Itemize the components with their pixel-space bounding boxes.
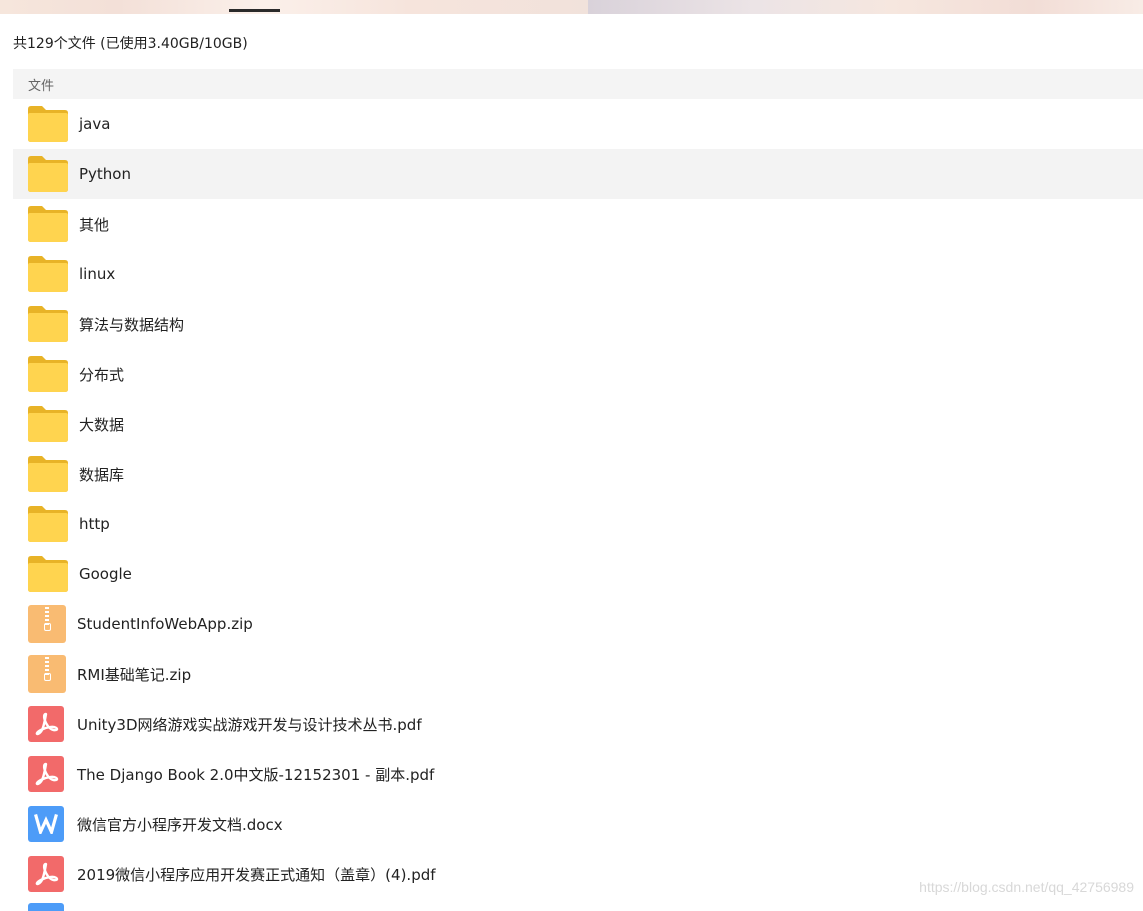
folder-icon <box>28 106 68 142</box>
folder-row[interactable]: linux <box>13 249 1143 299</box>
file-name[interactable]: 大数据 <box>79 414 124 435</box>
folder-icon <box>28 556 68 592</box>
folder-row[interactable]: Google <box>13 549 1143 599</box>
file-name[interactable]: RMI基础笔记.zip <box>77 664 191 685</box>
file-list: 文件 java Python 其他 linux 算法与数据结构 分布式大数据数据库 http… <box>13 69 1143 899</box>
folder-row[interactable]: 分布式 <box>13 349 1143 399</box>
folder-icon <box>28 206 68 242</box>
file-name[interactable]: 2019微信小程序应用开发赛正式通知（盖章）(4).pdf <box>77 864 436 885</box>
pdf-icon <box>28 756 64 792</box>
folder-row[interactable]: 大数据 <box>13 399 1143 449</box>
folder-icon <box>28 306 68 342</box>
file-name[interactable]: Unity3D网络游戏实战游戏开发与设计技术丛书.pdf <box>77 714 422 735</box>
column-header-name[interactable]: 文件 <box>28 75 54 94</box>
word-icon <box>28 903 64 911</box>
folder-row[interactable]: http <box>13 499 1143 549</box>
zip-icon <box>28 655 66 693</box>
file-name[interactable]: Python <box>79 165 131 183</box>
folder-row[interactable]: Python <box>13 149 1143 199</box>
folder-icon <box>28 256 68 292</box>
file-row[interactable]: Unity3D网络游戏实战游戏开发与设计技术丛书.pdf <box>13 699 1143 749</box>
pdf-icon <box>28 706 64 742</box>
folder-icon <box>28 406 68 442</box>
banner-image-right <box>588 0 1143 14</box>
file-name[interactable]: 其他 <box>79 214 109 235</box>
file-name[interactable]: StudentInfoWebApp.zip <box>77 615 253 633</box>
file-name[interactable]: 微信官方小程序开发文档.docx <box>77 814 283 835</box>
file-row[interactable]: 微信官方小程序开发文档.docx <box>13 799 1143 849</box>
file-name[interactable]: Google <box>79 565 132 583</box>
folder-icon <box>28 356 68 392</box>
file-row[interactable]: StudentInfoWebApp.zip <box>13 599 1143 649</box>
pdf-icon <box>28 856 64 892</box>
folder-row[interactable]: 其他 <box>13 199 1143 249</box>
file-name[interactable]: The Django Book 2.0中文版-12152301 - 副本.pdf <box>77 764 434 785</box>
folder-icon <box>28 456 68 492</box>
folder-row[interactable]: 算法与数据结构 <box>13 299 1143 349</box>
file-rows: java Python 其他 linux 算法与数据结构 分布式大数据数据库 http Goo… <box>13 99 1143 899</box>
word-icon <box>28 806 64 842</box>
file-row[interactable]: The Django Book 2.0中文版-12152301 - 副本.pdf <box>13 749 1143 799</box>
top-banner <box>0 0 1143 14</box>
file-row[interactable]: RMI基础笔记.zip <box>13 649 1143 699</box>
banner-image-left <box>0 0 588 14</box>
file-name[interactable]: 算法与数据结构 <box>79 314 184 335</box>
folder-icon <box>28 506 68 542</box>
folder-row[interactable]: 数据库 <box>13 449 1143 499</box>
zip-icon <box>28 605 66 643</box>
active-tab-indicator <box>229 9 280 12</box>
folder-icon <box>28 156 68 192</box>
file-name[interactable]: linux <box>79 265 115 283</box>
watermark: https://blog.csdn.net/qq_42756989 <box>919 879 1134 895</box>
folder-row[interactable]: java <box>13 99 1143 149</box>
file-name[interactable]: 分布式 <box>79 364 124 385</box>
file-name[interactable]: http <box>79 515 110 533</box>
file-name[interactable]: java <box>79 115 110 133</box>
file-name[interactable]: 数据库 <box>79 464 124 485</box>
list-header: 文件 <box>13 69 1143 99</box>
file-count-summary: 共129个文件 (已使用3.40GB/10GB) <box>13 36 248 52</box>
